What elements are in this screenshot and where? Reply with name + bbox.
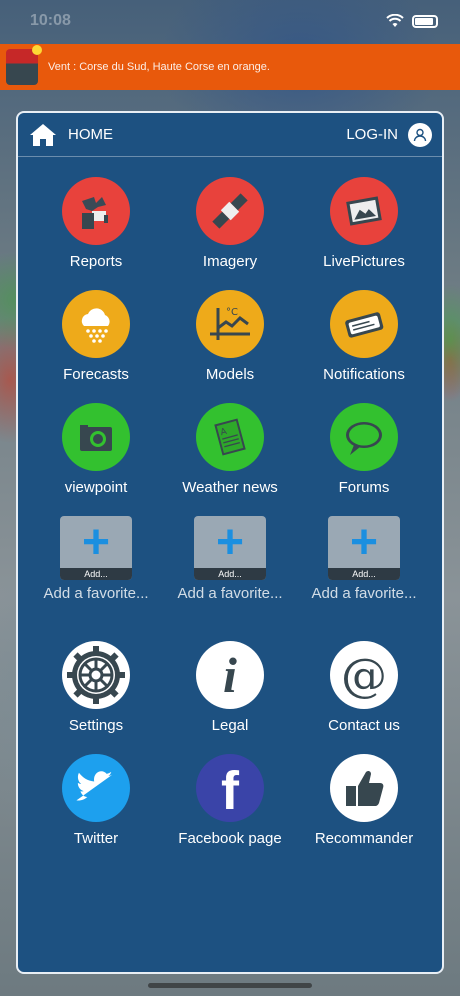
tile-livepictures[interactable]: LivePictures — [297, 177, 431, 290]
reports-icon — [62, 177, 130, 245]
status-time: 10:08 — [30, 12, 71, 29]
alert-text: Vent : Corse du Sud, Haute Corse en oran… — [48, 61, 270, 73]
tile-forecasts[interactable]: Forecasts — [29, 290, 163, 403]
status-bar: 10:08 — [0, 0, 460, 44]
tile-label: Recommander — [314, 830, 414, 847]
tile-models[interactable]: °C Models — [163, 290, 297, 403]
tile-legal[interactable]: i Legal — [163, 641, 297, 754]
at-glyph: @ — [341, 648, 387, 702]
tile-label: Contact us — [328, 717, 400, 734]
tile-reports[interactable]: Reports — [29, 177, 163, 290]
add-favorite-button[interactable]: + Add... Add a favorite... — [297, 516, 431, 641]
favorite-strip: Add... — [328, 568, 400, 580]
tile-label: Facebook page — [178, 830, 282, 847]
picture-frame-icon — [330, 177, 398, 245]
plus-icon: + — [81, 516, 111, 569]
tile-label: LivePictures — [323, 253, 405, 270]
svg-text:°C: °C — [226, 307, 238, 318]
home-button[interactable]: HOME — [28, 122, 113, 148]
weather-alert-banner[interactable]: Vent : Corse du Sud, Haute Corse en oran… — [0, 44, 460, 90]
facebook-glyph: f — [221, 761, 239, 821]
tile-viewpoint[interactable]: viewpoint — [29, 403, 163, 516]
tile-label: Legal — [211, 717, 249, 734]
add-favorite-button[interactable]: + Add... Add a favorite... — [163, 516, 297, 641]
user-icon — [408, 122, 432, 147]
wifi-icon — [386, 14, 404, 27]
favorite-slot: + Add... — [328, 516, 400, 580]
info-icon: i — [196, 641, 264, 709]
tile-label: Twitter — [73, 830, 119, 847]
tile-label: Imagery — [202, 253, 258, 270]
tile-contact-us[interactable]: @ Contact us — [297, 641, 431, 754]
favorite-slot: + Add... — [194, 516, 266, 580]
tile-label: Reports — [69, 253, 123, 270]
plus-icon: + — [215, 516, 245, 569]
alert-icon — [6, 45, 42, 85]
thumbs-up-icon — [330, 754, 398, 822]
favorite-strip: Add... — [60, 568, 132, 580]
tile-forums[interactable]: Forums — [297, 403, 431, 516]
add-favorite-button[interactable]: + Add... Add a favorite... — [29, 516, 163, 641]
status-icons — [386, 14, 438, 28]
tile-label: Models — [205, 366, 255, 383]
notification-icon — [330, 290, 398, 358]
tile-label: viewpoint — [64, 479, 128, 496]
speech-bubble-icon — [330, 403, 398, 471]
tile-label: Weather news — [182, 479, 278, 496]
panel-header: HOME LOG-IN — [18, 113, 442, 157]
home-menu-panel: HOME LOG-IN Reports Imagery LivePictures… — [16, 111, 444, 974]
tile-label: Forums — [338, 479, 390, 496]
tile-imagery[interactable]: Imagery — [163, 177, 297, 290]
favorite-slot: + Add... — [60, 516, 132, 580]
twitter-bird-icon — [62, 754, 130, 822]
facebook-icon: f — [196, 754, 264, 822]
menu-grid: Reports Imagery LivePictures Forecasts °… — [18, 157, 442, 867]
at-sign-icon: @ — [330, 641, 398, 709]
favorite-label: Add a favorite... — [311, 585, 417, 602]
favorite-label: Add a favorite... — [177, 585, 283, 602]
tile-twitter[interactable]: Twitter — [29, 754, 163, 867]
tile-label: Forecasts — [63, 366, 129, 383]
plus-icon: + — [349, 516, 379, 569]
tile-label: Settings — [68, 717, 124, 734]
login-label: LOG-IN — [346, 126, 398, 143]
battery-icon — [412, 14, 438, 28]
info-glyph: i — [223, 647, 237, 703]
model-chart-icon: °C — [196, 290, 264, 358]
gear-icon — [62, 641, 130, 709]
tile-notifications[interactable]: Notifications — [297, 290, 431, 403]
home-indicator — [148, 983, 312, 988]
home-label: HOME — [68, 126, 113, 143]
satellite-icon — [196, 177, 264, 245]
tile-recommander[interactable]: Recommander — [297, 754, 431, 867]
tile-settings[interactable]: Settings — [29, 641, 163, 754]
tile-facebook-page[interactable]: f Facebook page — [163, 754, 297, 867]
newspaper-icon: A — [196, 403, 264, 471]
login-button[interactable]: LOG-IN — [346, 122, 432, 147]
camera-icon — [62, 403, 130, 471]
house-icon — [30, 123, 56, 146]
rain-cloud-icon — [62, 290, 130, 358]
tile-weather-news[interactable]: A Weather news — [163, 403, 297, 516]
tile-label: Notifications — [323, 366, 405, 383]
favorite-label: Add a favorite... — [43, 585, 149, 602]
favorite-strip: Add... — [194, 568, 266, 580]
